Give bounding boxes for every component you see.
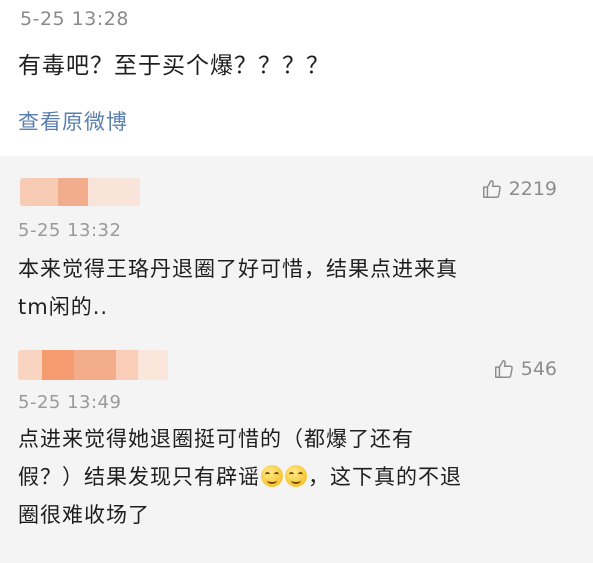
thumbs-up-icon (493, 358, 515, 380)
weibo-screenshot: 5-25 13:28 有毒吧？至于买个爆？？？？ 查看原微博 2219 5-25… (0, 0, 593, 563)
comment-timestamp: 5-25 13:32 (18, 220, 122, 241)
blurred-username (20, 178, 140, 206)
blurred-username (18, 350, 168, 380)
view-original-link[interactable]: 查看原微博 (18, 106, 128, 136)
comment-text: 点进来觉得她退圈挺可惜的（都爆了还有 假？）结果发现只有辟谣 ，这下真的不退 圈很… (18, 420, 558, 534)
original-post: 5-25 13:28 有毒吧？至于买个爆？？？？ 查看原微博 (0, 0, 593, 156)
like-count: 546 (520, 358, 557, 380)
like-button[interactable]: 2219 (481, 178, 557, 200)
comment-line: 本来觉得王珞丹退圈了好可惜，结果点进来真 (18, 257, 458, 281)
post-timestamp: 5-25 13:28 (20, 8, 129, 30)
comment-timestamp: 5-25 13:49 (18, 392, 122, 413)
comment-line: 圈很难收场了 (18, 503, 150, 527)
like-count: 2219 (508, 178, 557, 200)
comment-text: 本来觉得王珞丹退圈了好可惜，结果点进来真 tm闲的.. (18, 250, 558, 326)
like-button[interactable]: 546 (493, 358, 557, 380)
comment-line: tm闲的.. (18, 295, 109, 319)
post-text: 有毒吧？至于买个爆？？？？ (18, 53, 330, 79)
comment-line: 点进来觉得她退圈挺可惜的（都爆了还有 (18, 427, 414, 451)
comment-line: 假？）结果发现只有辟谣 (18, 465, 260, 489)
smile-emoji-icon (285, 465, 307, 487)
comment-line: ，这下真的不退 (308, 465, 462, 489)
smile-emoji-icon (261, 465, 283, 487)
comments-section: 2219 5-25 13:32 本来觉得王珞丹退圈了好可惜，结果点进来真 tm闲… (0, 156, 593, 563)
thumbs-up-icon (481, 178, 503, 200)
